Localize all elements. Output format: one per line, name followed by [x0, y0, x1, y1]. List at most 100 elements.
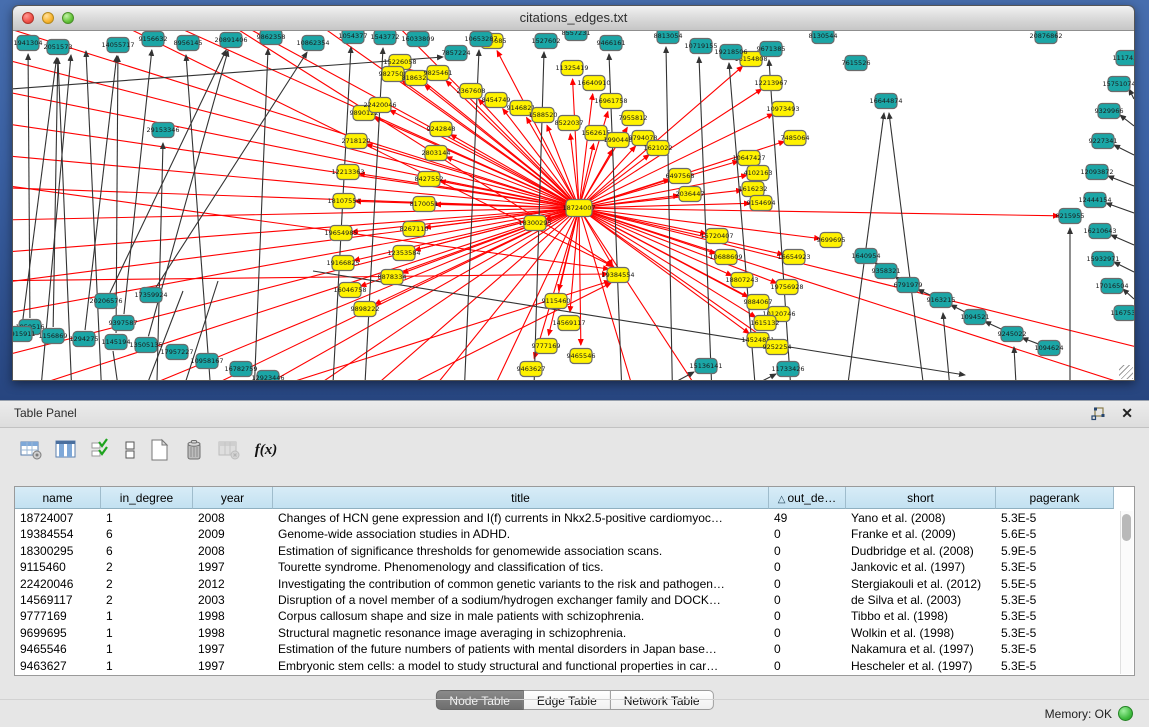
table-cell[interactable]: Jankovic et al. (1997): [846, 559, 996, 575]
table-cell[interactable]: Structural magnetic resonance image aver…: [273, 625, 769, 641]
delete-column-icon[interactable]: [181, 437, 207, 463]
function-builder-icon[interactable]: f(x): [251, 437, 281, 463]
table-cell[interactable]: Estimation of significance thresholds fo…: [273, 543, 769, 559]
table-cell[interactable]: Yano et al. (2008): [846, 510, 996, 526]
create-column-icon[interactable]: [146, 437, 172, 463]
table-cell[interactable]: 2008: [193, 510, 273, 526]
table-cell[interactable]: 0: [769, 592, 846, 608]
table-cell[interactable]: 18724007: [15, 510, 101, 526]
table-cell[interactable]: 9463627: [15, 658, 101, 674]
table-row[interactable]: 911546021997Tourette syndrome. Phenomeno…: [15, 559, 1120, 575]
network-canvas[interactable]: 1872400798901222242004627181201221336318…: [13, 31, 1134, 380]
table-cell[interactable]: 0: [769, 526, 846, 542]
column-header-out_de[interactable]: △out_de…: [769, 487, 846, 509]
column-header-name[interactable]: name: [15, 487, 101, 509]
table-cell[interactable]: 5.3E-5: [996, 625, 1114, 641]
table-cell[interactable]: 0: [769, 625, 846, 641]
table-row[interactable]: 1456911722003Disruption of a novel membe…: [15, 592, 1120, 608]
table-cell[interactable]: 49: [769, 510, 846, 526]
table-cell[interactable]: Genome-wide association studies in ADHD.: [273, 526, 769, 542]
table-cell[interactable]: 1: [101, 625, 193, 641]
row-height-icon[interactable]: [123, 437, 137, 463]
table-cell[interactable]: Changes of HCN gene expression and I(f) …: [273, 510, 769, 526]
table-row[interactable]: 946554611997Estimation of the future num…: [15, 641, 1120, 657]
table-cell[interactable]: Disruption of a novel member of a sodium…: [273, 592, 769, 608]
table-cell[interactable]: 1997: [193, 658, 273, 674]
table-cell[interactable]: 0: [769, 576, 846, 592]
table-cell[interactable]: 1998: [193, 625, 273, 641]
table-cell[interactable]: 19384554: [15, 526, 101, 542]
table-cell[interactable]: 9115460: [15, 559, 101, 575]
table-cell[interactable]: Wolkin et al. (1998): [846, 625, 996, 641]
column-header-year[interactable]: year: [193, 487, 273, 509]
table-cell[interactable]: Franke et al. (2009): [846, 526, 996, 542]
table-cell[interactable]: Hescheler et al. (1997): [846, 658, 996, 674]
table-cell[interactable]: 0: [769, 608, 846, 624]
table-cell[interactable]: 1: [101, 510, 193, 526]
network-window-titlebar[interactable]: citations_edges.txt: [13, 6, 1134, 31]
column-header-in_degree[interactable]: in_degree: [101, 487, 193, 509]
table-cell[interactable]: 0: [769, 543, 846, 559]
table-row[interactable]: 2242004622012Investigating the contribut…: [15, 576, 1120, 592]
table-options-icon[interactable]: [18, 437, 44, 463]
select-columns-icon[interactable]: [88, 437, 114, 463]
citation-network-graph[interactable]: 1872400798901222242004627181201221336318…: [13, 31, 1134, 380]
show-columns-icon[interactable]: [53, 437, 79, 463]
table-cell[interactable]: 18300295: [15, 543, 101, 559]
table-row[interactable]: 977716911998Corpus callosum shape and si…: [15, 608, 1120, 624]
table-cell[interactable]: Stergiakouli et al. (2012): [846, 576, 996, 592]
vertical-scrollbar[interactable]: [1120, 511, 1133, 674]
table-cell[interactable]: 0: [769, 559, 846, 575]
table-cell[interactable]: 1998: [193, 608, 273, 624]
table-cell[interactable]: 2003: [193, 592, 273, 608]
zoom-button[interactable]: [62, 12, 74, 24]
table-cell[interactable]: 1: [101, 641, 193, 657]
table-cell[interactable]: de Silva et al. (2003): [846, 592, 996, 608]
table-cell[interactable]: Investigating the contribution of common…: [273, 576, 769, 592]
table-cell[interactable]: 5.9E-5: [996, 543, 1114, 559]
table-cell[interactable]: 1997: [193, 641, 273, 657]
table-cell[interactable]: Dudbridge et al. (2008): [846, 543, 996, 559]
table-cell[interactable]: 5.3E-5: [996, 658, 1114, 674]
table-cell[interactable]: 22420046: [15, 576, 101, 592]
column-header-short[interactable]: short: [846, 487, 996, 509]
table-cell[interactable]: 5.3E-5: [996, 510, 1114, 526]
table-cell[interactable]: Tibbo et al. (1998): [846, 608, 996, 624]
table-cell[interactable]: 1: [101, 608, 193, 624]
table-cell[interactable]: 9699695: [15, 625, 101, 641]
scrollbar-thumb[interactable]: [1122, 514, 1131, 541]
column-header-pagerank[interactable]: pagerank: [996, 487, 1114, 509]
table-row[interactable]: 946362711997Embryonic stem cells: a mode…: [15, 658, 1120, 674]
table-cell[interactable]: 2: [101, 559, 193, 575]
table-cell[interactable]: 5.3E-5: [996, 592, 1114, 608]
table-cell[interactable]: 0: [769, 658, 846, 674]
table-row[interactable]: 1830029562008Estimation of significance …: [15, 543, 1120, 559]
minimize-button[interactable]: [42, 12, 54, 24]
table-cell[interactable]: 5.5E-5: [996, 576, 1114, 592]
table-row[interactable]: 1938455462009Genome-wide association stu…: [15, 526, 1120, 542]
close-button[interactable]: [22, 12, 34, 24]
table-cell[interactable]: Embryonic stem cells: a model to study s…: [273, 658, 769, 674]
table-cell[interactable]: 1997: [193, 559, 273, 575]
table-cell[interactable]: 2008: [193, 543, 273, 559]
table-row[interactable]: 1872400712008Changes of HCN gene express…: [15, 510, 1120, 526]
float-window-icon[interactable]: [1091, 407, 1105, 421]
table-cell[interactable]: Estimation of the future numbers of pati…: [273, 641, 769, 657]
close-panel-icon[interactable]: ✕: [1121, 405, 1133, 422]
table-cell[interactable]: 1: [101, 658, 193, 674]
resize-grip-icon[interactable]: [1119, 365, 1133, 379]
table-cell[interactable]: 5.3E-5: [996, 641, 1114, 657]
table-cell[interactable]: 5.3E-5: [996, 608, 1114, 624]
table-cell[interactable]: 6: [101, 543, 193, 559]
table-cell[interactable]: 5.6E-5: [996, 526, 1114, 542]
table-cell[interactable]: 2: [101, 592, 193, 608]
table-cell[interactable]: 2: [101, 576, 193, 592]
table-cell[interactable]: 9777169: [15, 608, 101, 624]
table-cell[interactable]: 9465546: [15, 641, 101, 657]
table-cell[interactable]: 0: [769, 641, 846, 657]
table-cell[interactable]: Corpus callosum shape and size in male p…: [273, 608, 769, 624]
table-cell[interactable]: Tourette syndrome. Phenomenology and cla…: [273, 559, 769, 575]
table-cell[interactable]: 2012: [193, 576, 273, 592]
table-cell[interactable]: 2009: [193, 526, 273, 542]
table-cell[interactable]: 6: [101, 526, 193, 542]
